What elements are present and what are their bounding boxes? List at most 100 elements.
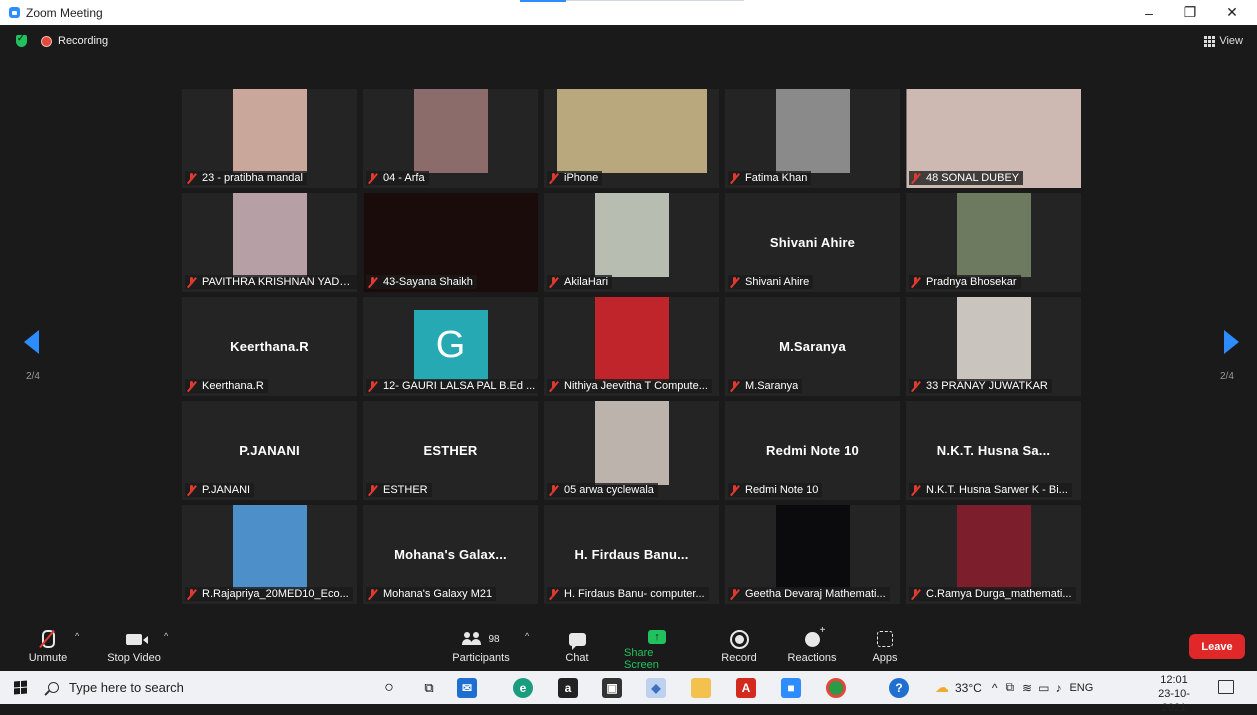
participant-display-name: P.JANANI — [239, 443, 300, 458]
participant-name-caption: 12- GAURI LALSA PAL B.Ed ... — [366, 379, 538, 393]
maximize-button[interactable]: ❐ — [1167, 0, 1213, 25]
video-camera-icon — [126, 633, 148, 645]
file-explorer-icon[interactable] — [686, 671, 716, 704]
reactions-button[interactable]: Reactions — [786, 625, 838, 671]
participants-count: 98 — [488, 633, 500, 645]
next-page-button[interactable]: 2/4 — [1218, 330, 1248, 390]
participants-label: Participants — [452, 652, 510, 664]
participant-display-name: Shivani Ahire — [769, 235, 856, 250]
participant-tile[interactable]: AkilaHari — [544, 193, 719, 292]
language-indicator[interactable]: ENG — [1069, 682, 1093, 694]
participant-tile[interactable]: N.K.T. Husna Sa... N.K.T. Husna Sarwer K … — [906, 401, 1081, 500]
status-bar: Recording — [16, 33, 109, 47]
participant-name-caption: 33 PRANAY JUWATKAR — [909, 379, 1052, 393]
participant-name: ESTHER — [383, 484, 428, 496]
mic-muted-icon — [187, 484, 196, 496]
participant-name-caption: 04 - Arfa — [366, 171, 429, 185]
participant-tile[interactable]: C.Ramya Durga_mathemati... — [906, 505, 1081, 604]
participant-name-caption: 23 - pratibha mandal — [185, 171, 307, 185]
participant-tile[interactable]: 43-Sayana Shaikh — [363, 193, 538, 292]
acrobat-icon[interactable]: A — [731, 671, 761, 704]
share-screen-button[interactable]: ↑ Share Screen — [624, 626, 690, 671]
task-view-icon[interactable]: ⧉ — [414, 671, 444, 704]
participant-name: Redmi Note 10 — [745, 484, 819, 496]
reactions-icon — [804, 625, 825, 647]
taskbar-search-box[interactable]: Type here to search — [40, 671, 348, 704]
participant-tile[interactable]: Pradnya Bhosekar — [906, 193, 1081, 292]
previous-page-button[interactable]: 2/4 — [22, 330, 52, 390]
unmute-button[interactable]: Unmute — [28, 626, 68, 671]
onedrive-icon[interactable]: ⧉ — [1005, 680, 1014, 695]
mic-muted-icon — [368, 380, 377, 392]
cortana-icon[interactable]: ○ — [374, 671, 404, 704]
participant-grid: 23 - pratibha mandal 04 - Arfa iPhone Fatim… — [182, 89, 1081, 604]
mic-muted-icon — [549, 276, 558, 288]
store-icon[interactable]: ▣ — [597, 671, 627, 704]
start-button[interactable] — [0, 671, 40, 704]
participant-tile[interactable]: Keerthana.R Keerthana.R — [182, 297, 357, 396]
participant-name: 23 - pratibha mandal — [202, 172, 303, 184]
participant-tile[interactable]: R.Rajapriya_20MED10_Eco... — [182, 505, 357, 604]
participant-tile[interactable]: 23 - pratibha mandal — [182, 89, 357, 188]
participants-button[interactable]: 98 Participants — [450, 626, 512, 671]
participant-tile[interactable]: H. Firdaus Banu... H. Firdaus Banu- compu… — [544, 505, 719, 604]
edge-icon[interactable]: e — [508, 671, 538, 704]
stop-video-button[interactable]: Stop Video — [105, 626, 163, 671]
participant-tile[interactable]: G 12- GAURI LALSA PAL B.Ed ... — [363, 297, 538, 396]
participant-tile[interactable]: Redmi Note 10 Redmi Note 10 — [725, 401, 900, 500]
participant-tile[interactable]: iPhone — [544, 89, 719, 188]
participants-options-chevron-icon[interactable]: ^ — [525, 631, 529, 641]
mic-muted-icon — [368, 172, 377, 184]
participant-video — [775, 505, 850, 589]
participant-name: 33 PRANAY JUWATKAR — [926, 380, 1048, 392]
system-tray: ☁ 33°C ^ ⧉ ≋ ▭ ♪ ENG — [935, 671, 1093, 704]
participant-name-caption: ESTHER — [366, 483, 432, 497]
battery-icon[interactable]: ▭ — [1038, 681, 1049, 695]
encryption-shield-icon[interactable] — [16, 33, 27, 47]
participant-tile[interactable]: ESTHER ESTHER — [363, 401, 538, 500]
participant-tile[interactable]: Shivani Ahire Shivani Ahire — [725, 193, 900, 292]
video-options-chevron-icon[interactable]: ^ — [164, 631, 168, 641]
participant-tile[interactable]: Mohana's Galax... Mohana's Galaxy M21 — [363, 505, 538, 604]
close-button[interactable]: ✕ — [1209, 0, 1255, 25]
participant-tile[interactable]: PAVITHRA KRISHNAN YADA... — [182, 193, 357, 292]
participant-tile[interactable]: 05 arwa cyclewala — [544, 401, 719, 500]
zoom-icon[interactable]: ■ — [776, 671, 806, 704]
participant-tile[interactable]: 04 - Arfa — [363, 89, 538, 188]
minimize-button[interactable]: – — [1126, 0, 1172, 25]
view-button[interactable]: View — [1204, 35, 1243, 47]
volume-icon[interactable]: ♪ — [1055, 681, 1061, 695]
participants-icon — [462, 632, 484, 646]
recording-label: Recording — [58, 35, 109, 47]
record-icon — [729, 629, 749, 649]
participant-tile[interactable]: M.Saranya M.Saranya — [725, 297, 900, 396]
apps-icon — [877, 631, 893, 647]
wifi-icon[interactable]: ≋ — [1022, 681, 1032, 695]
participant-tile[interactable]: Geetha Devaraj Mathemati... — [725, 505, 900, 604]
help-icon[interactable]: ? — [884, 671, 914, 704]
apps-button[interactable]: Apps — [869, 626, 901, 671]
leave-button[interactable]: Leave — [1189, 634, 1245, 659]
participant-tile[interactable]: 33 PRANAY JUWATKAR — [906, 297, 1081, 396]
chevron-up-icon[interactable]: ^ — [992, 681, 998, 695]
chat-button[interactable]: Chat — [560, 626, 594, 671]
audio-options-chevron-icon[interactable]: ^ — [75, 631, 79, 641]
participant-tile[interactable]: Nithiya Jeevitha T Compute... — [544, 297, 719, 396]
participant-name-caption: N.K.T. Husna Sarwer K - Bi... — [909, 483, 1072, 497]
amazon-icon[interactable]: a — [553, 671, 583, 704]
participant-tile[interactable]: Fatima Khan — [725, 89, 900, 188]
participant-name-caption: AkilaHari — [547, 275, 613, 289]
dropbox-icon[interactable]: ◆ — [641, 671, 671, 704]
weather-temp[interactable]: 33°C — [955, 681, 982, 695]
participant-tile[interactable]: P.JANANI P.JANANI — [182, 401, 357, 500]
participant-name: Geetha Devaraj Mathemati... — [745, 588, 886, 600]
participant-name: iPhone — [564, 172, 599, 184]
system-clock[interactable]: 12:01 23-10-2021 — [1148, 673, 1200, 715]
notifications-icon[interactable] — [1218, 680, 1234, 694]
mail-icon[interactable]: ✉ — [452, 671, 482, 704]
chrome-icon[interactable] — [821, 671, 851, 704]
participant-tile[interactable]: 48 SONAL DUBEY — [906, 89, 1081, 188]
participant-name-caption: R.Rajapriya_20MED10_Eco... — [185, 587, 353, 601]
participant-name: Shivani Ahire — [745, 276, 810, 288]
record-button[interactable]: Record — [720, 626, 758, 671]
